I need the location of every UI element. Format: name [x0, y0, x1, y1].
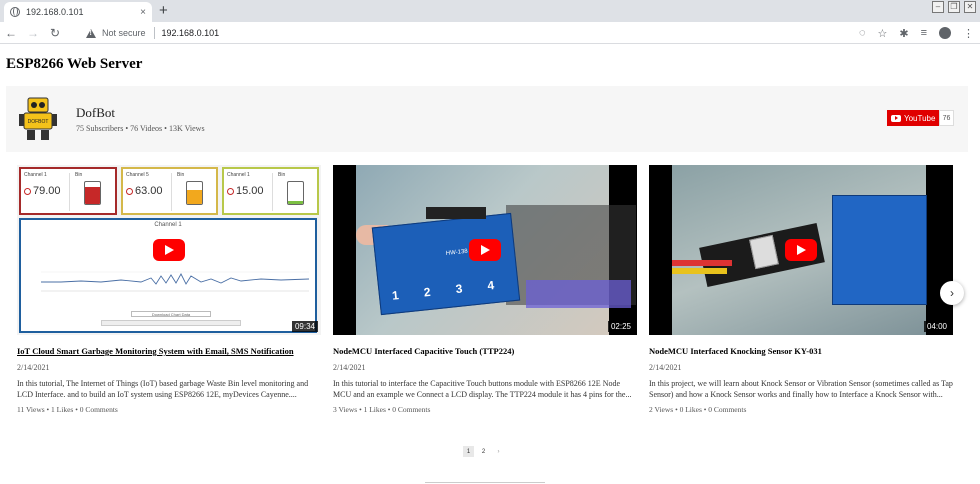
- video-thumbnail[interactable]: 04:00: [649, 165, 953, 335]
- gauge-value: 63.00: [126, 185, 163, 197]
- channel-stats: 75 Subscribers • 76 Videos • 13K Views: [76, 124, 205, 133]
- menu-icon[interactable]: ⋮: [963, 27, 974, 40]
- video-stats: 2 Views • 0 Likes • 0 Comments: [649, 405, 747, 414]
- video-duration: 02:25: [607, 321, 634, 332]
- star-icon[interactable]: ☆: [877, 27, 887, 40]
- address-bar[interactable]: Not secure 192.168.0.101: [86, 24, 902, 42]
- browser-tab-bar: 192.168.0.101 × + – ❐ ✕: [0, 0, 980, 22]
- next-page-button[interactable]: ›: [493, 446, 504, 457]
- tab-close-button[interactable]: ×: [140, 7, 146, 18]
- module-label: HW-138: [445, 248, 469, 257]
- gauge-status-icon: [24, 187, 31, 195]
- carousel-next-button[interactable]: ›: [940, 281, 964, 305]
- gauge-label: Channel 1: [24, 172, 47, 178]
- battery-icon: [84, 181, 101, 205]
- play-icon[interactable]: [469, 239, 501, 261]
- globe-icon: [10, 7, 20, 17]
- gauge-card: Channel 1 Bin 15.00: [222, 167, 319, 215]
- play-icon[interactable]: [153, 239, 185, 261]
- window-controls: – ❐ ✕: [932, 1, 976, 13]
- minimize-icon[interactable]: –: [932, 1, 944, 13]
- video-date: 2/14/2021: [333, 363, 366, 372]
- video-title[interactable]: IoT Cloud Smart Garbage Monitoring Syste…: [17, 346, 321, 356]
- eye-off-icon[interactable]: ◌: [859, 27, 866, 39]
- video-thumbnail[interactable]: Channel 1 Bin 79.00 Channel 5 Bin 63.00 …: [17, 165, 321, 335]
- battery-icon: [186, 181, 203, 205]
- bottom-divider: [425, 482, 545, 483]
- video-stats: 3 Views • 1 Likes • 0 Comments: [333, 405, 431, 414]
- browser-toolbar: ← → ↻ Not secure 192.168.0.101 ◌ ☆ ✱ ≡ ⋮: [0, 22, 980, 44]
- gauge-bin-label: Bin: [75, 172, 83, 178]
- channel-name[interactable]: DofBot: [76, 105, 115, 121]
- video-card[interactable]: 04:00 NodeMCU Interfaced Knocking Sensor…: [649, 165, 953, 414]
- gauge-value: 15.00: [227, 185, 264, 197]
- gauge-status-icon: [126, 187, 133, 195]
- reading-list-icon[interactable]: ≡: [921, 27, 927, 39]
- video-title[interactable]: NodeMCU Interfaced Knocking Sensor KY-03…: [649, 346, 953, 356]
- video-card[interactable]: 1 2 3 4 HW-138 02:25 NodeMCU Interfaced …: [333, 165, 637, 414]
- video-stats: 11 Views • 1 Likes • 0 Comments: [17, 405, 118, 414]
- address-divider: [153, 27, 155, 39]
- gauge-card: Channel 5 Bin 63.00: [121, 167, 218, 215]
- profile-avatar[interactable]: [939, 27, 951, 39]
- robot-logo-icon[interactable]: DOFBOT: [18, 95, 58, 143]
- page-1-button[interactable]: 1: [463, 446, 474, 457]
- warning-icon: [86, 28, 96, 38]
- channel-header: DOFBOT DofBot 75 Subscribers • 76 Videos…: [6, 86, 968, 152]
- play-icon[interactable]: [785, 239, 817, 261]
- chart-scroll-bar: [101, 320, 241, 326]
- video-card[interactable]: Channel 1 Bin 79.00 Channel 5 Bin 63.00 …: [17, 165, 321, 414]
- youtube-play-icon: [891, 114, 901, 122]
- chart-panel: Channel 1 Download Chart Data: [19, 218, 317, 333]
- extensions-icon[interactable]: ✱: [899, 27, 908, 40]
- video-date: 2/14/2021: [17, 363, 50, 372]
- gauge-bin-label: Bin: [177, 172, 185, 178]
- reload-button[interactable]: ↻: [44, 26, 66, 40]
- video-title[interactable]: NodeMCU Interfaced Capacitive Touch (TTP…: [333, 346, 637, 356]
- youtube-subscribe-button[interactable]: YouTube: [887, 110, 939, 126]
- browser-tab[interactable]: 192.168.0.101 ×: [4, 2, 152, 22]
- back-button[interactable]: ←: [0, 26, 22, 40]
- gauge-status-icon: [227, 187, 234, 195]
- security-label[interactable]: Not secure: [102, 28, 146, 38]
- download-chart-button: Download Chart Data: [131, 311, 211, 317]
- gauge-bin-label: Bin: [278, 172, 286, 178]
- gauge-value: 79.00: [24, 185, 61, 197]
- battery-icon: [287, 181, 304, 205]
- video-duration: 09:34: [291, 321, 318, 332]
- gauge-card: Channel 1 Bin 79.00: [19, 167, 117, 215]
- video-date: 2/14/2021: [649, 363, 682, 372]
- page-2-button[interactable]: 2: [478, 446, 489, 457]
- tab-title: 192.168.0.101: [26, 7, 84, 17]
- forward-button[interactable]: →: [22, 26, 44, 40]
- gauge-label: Channel 1: [227, 172, 250, 178]
- chart-panel-title: Channel 1: [154, 222, 182, 228]
- url-text[interactable]: 192.168.0.101: [162, 28, 220, 38]
- video-duration: 04:00: [923, 321, 950, 332]
- logo-text: DOFBOT: [28, 119, 49, 125]
- close-window-icon[interactable]: ✕: [964, 1, 976, 13]
- video-description: In this tutorial, The Internet of Things…: [17, 379, 309, 399]
- page-title: ESP8266 Web Server: [6, 56, 143, 72]
- gauge-label: Channel 5: [126, 172, 149, 178]
- video-description: In this project, we will learn about Kno…: [649, 379, 953, 399]
- youtube-label: YouTube: [904, 113, 936, 123]
- video-description: In this tutorial to interface the Capaci…: [333, 379, 632, 399]
- toolbar-icons: ◌ ☆ ✱ ≡ ⋮: [859, 22, 974, 44]
- subscriber-count: 76: [939, 110, 954, 126]
- video-thumbnail[interactable]: 1 2 3 4 HW-138 02:25: [333, 165, 637, 335]
- restore-icon[interactable]: ❐: [948, 1, 960, 13]
- pagination: 1 2 ›: [463, 446, 504, 457]
- new-tab-button[interactable]: +: [159, 2, 168, 20]
